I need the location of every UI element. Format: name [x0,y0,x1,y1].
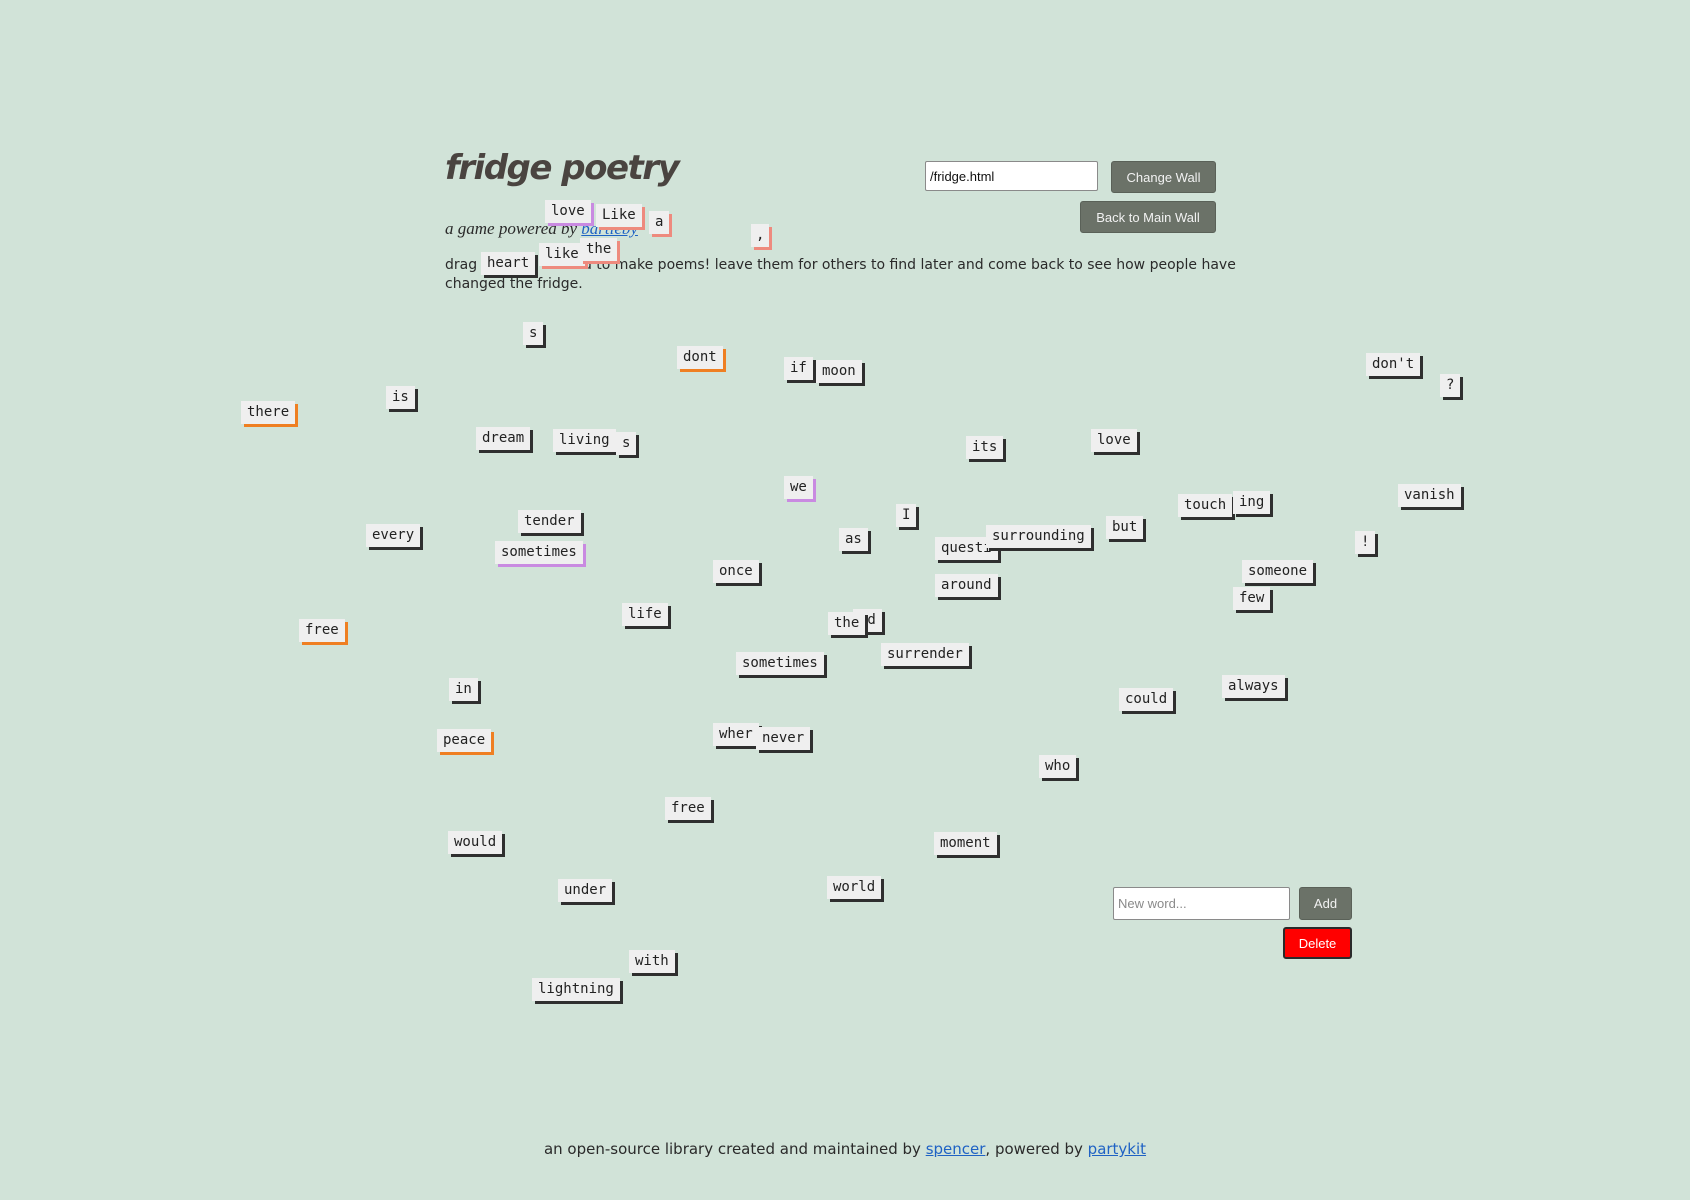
word-tile[interactable]: but [1106,516,1144,539]
word-tile[interactable]: ? [1440,374,1461,397]
word-tile[interactable]: , [751,224,770,247]
word-tile[interactable]: touch [1178,494,1233,517]
word-tile[interactable]: dream [476,427,531,450]
word-tile[interactable]: sometimes [736,652,824,675]
platform-link[interactable]: partykit [1088,1140,1146,1158]
word-tile[interactable]: like [539,243,585,266]
page-title: fridge poetry [445,148,680,188]
word-tile[interactable]: peace [437,729,492,752]
word-tile[interactable]: around [935,574,998,597]
word-tile[interactable]: surrounding [986,525,1091,548]
word-tile[interactable]: love [1091,429,1137,452]
word-tile[interactable]: life [622,603,668,626]
word-tile[interactable]: would [448,831,503,854]
word-tile[interactable]: as [839,528,868,551]
word-tile[interactable]: under [558,879,613,902]
word-tile[interactable]: dont [677,346,723,369]
word-tile[interactable]: Like [596,204,642,227]
word-tile[interactable]: moon [816,360,862,383]
word-tile[interactable]: lightning [532,978,620,1001]
word-tile[interactable]: its [966,436,1004,459]
new-word-input[interactable] [1113,887,1290,920]
word-tile[interactable]: someone [1242,560,1314,583]
word-tile[interactable]: s [616,432,637,455]
word-tile[interactable]: is [386,386,415,409]
back-to-main-wall-button[interactable]: Back to Main Wall [1080,201,1216,233]
word-tile[interactable]: world [827,876,882,899]
word-tile[interactable]: love [545,200,591,223]
word-tile[interactable]: the [828,612,866,635]
word-tile[interactable]: don't [1366,353,1421,376]
word-tile[interactable]: tender [518,510,581,533]
add-word-button[interactable]: Add [1299,887,1352,920]
word-tile[interactable]: ! [1355,531,1376,554]
delete-button[interactable]: Delete [1283,927,1352,959]
footer-text-mid: , powered by [985,1140,1088,1158]
fridge-wall: fridge poetry a game powered by bartleby… [0,0,1690,1200]
word-tile[interactable]: the [580,238,618,261]
word-tile[interactable]: once [713,560,759,583]
footer: an open-source library created and maint… [0,1140,1690,1158]
word-tile[interactable]: a [649,211,670,234]
word-tile[interactable]: free [299,619,345,642]
word-tile[interactable]: in [449,678,478,701]
word-tile[interactable]: I [896,504,917,527]
word-tile[interactable]: surrender [881,643,969,666]
word-tile[interactable]: ing [1233,491,1271,514]
word-tile[interactable]: could [1119,688,1174,711]
word-tile[interactable]: wher [713,723,759,746]
change-wall-button[interactable]: Change Wall [1111,161,1216,193]
word-tile[interactable]: few [1233,587,1271,610]
word-tile[interactable]: every [366,524,421,547]
word-tile[interactable]: heart [481,252,536,275]
word-tile[interactable]: s [523,322,544,345]
word-tile[interactable]: living [553,429,616,452]
word-tile[interactable]: if [784,357,813,380]
wall-path-input[interactable] [925,161,1098,191]
word-tile[interactable]: there [241,401,296,424]
word-tile[interactable]: vanish [1398,484,1461,507]
word-tile[interactable]: free [665,797,711,820]
word-tile[interactable]: moment [934,832,997,855]
word-tile[interactable]: with [629,950,675,973]
word-tile[interactable]: we [784,476,813,499]
author-link[interactable]: spencer [926,1140,986,1158]
word-tile[interactable]: sometimes [495,541,583,564]
word-tile[interactable]: always [1222,675,1285,698]
word-tile[interactable]: who [1039,755,1077,778]
word-tile[interactable]: never [756,727,811,750]
footer-text: an open-source library created and maint… [543,1140,926,1158]
